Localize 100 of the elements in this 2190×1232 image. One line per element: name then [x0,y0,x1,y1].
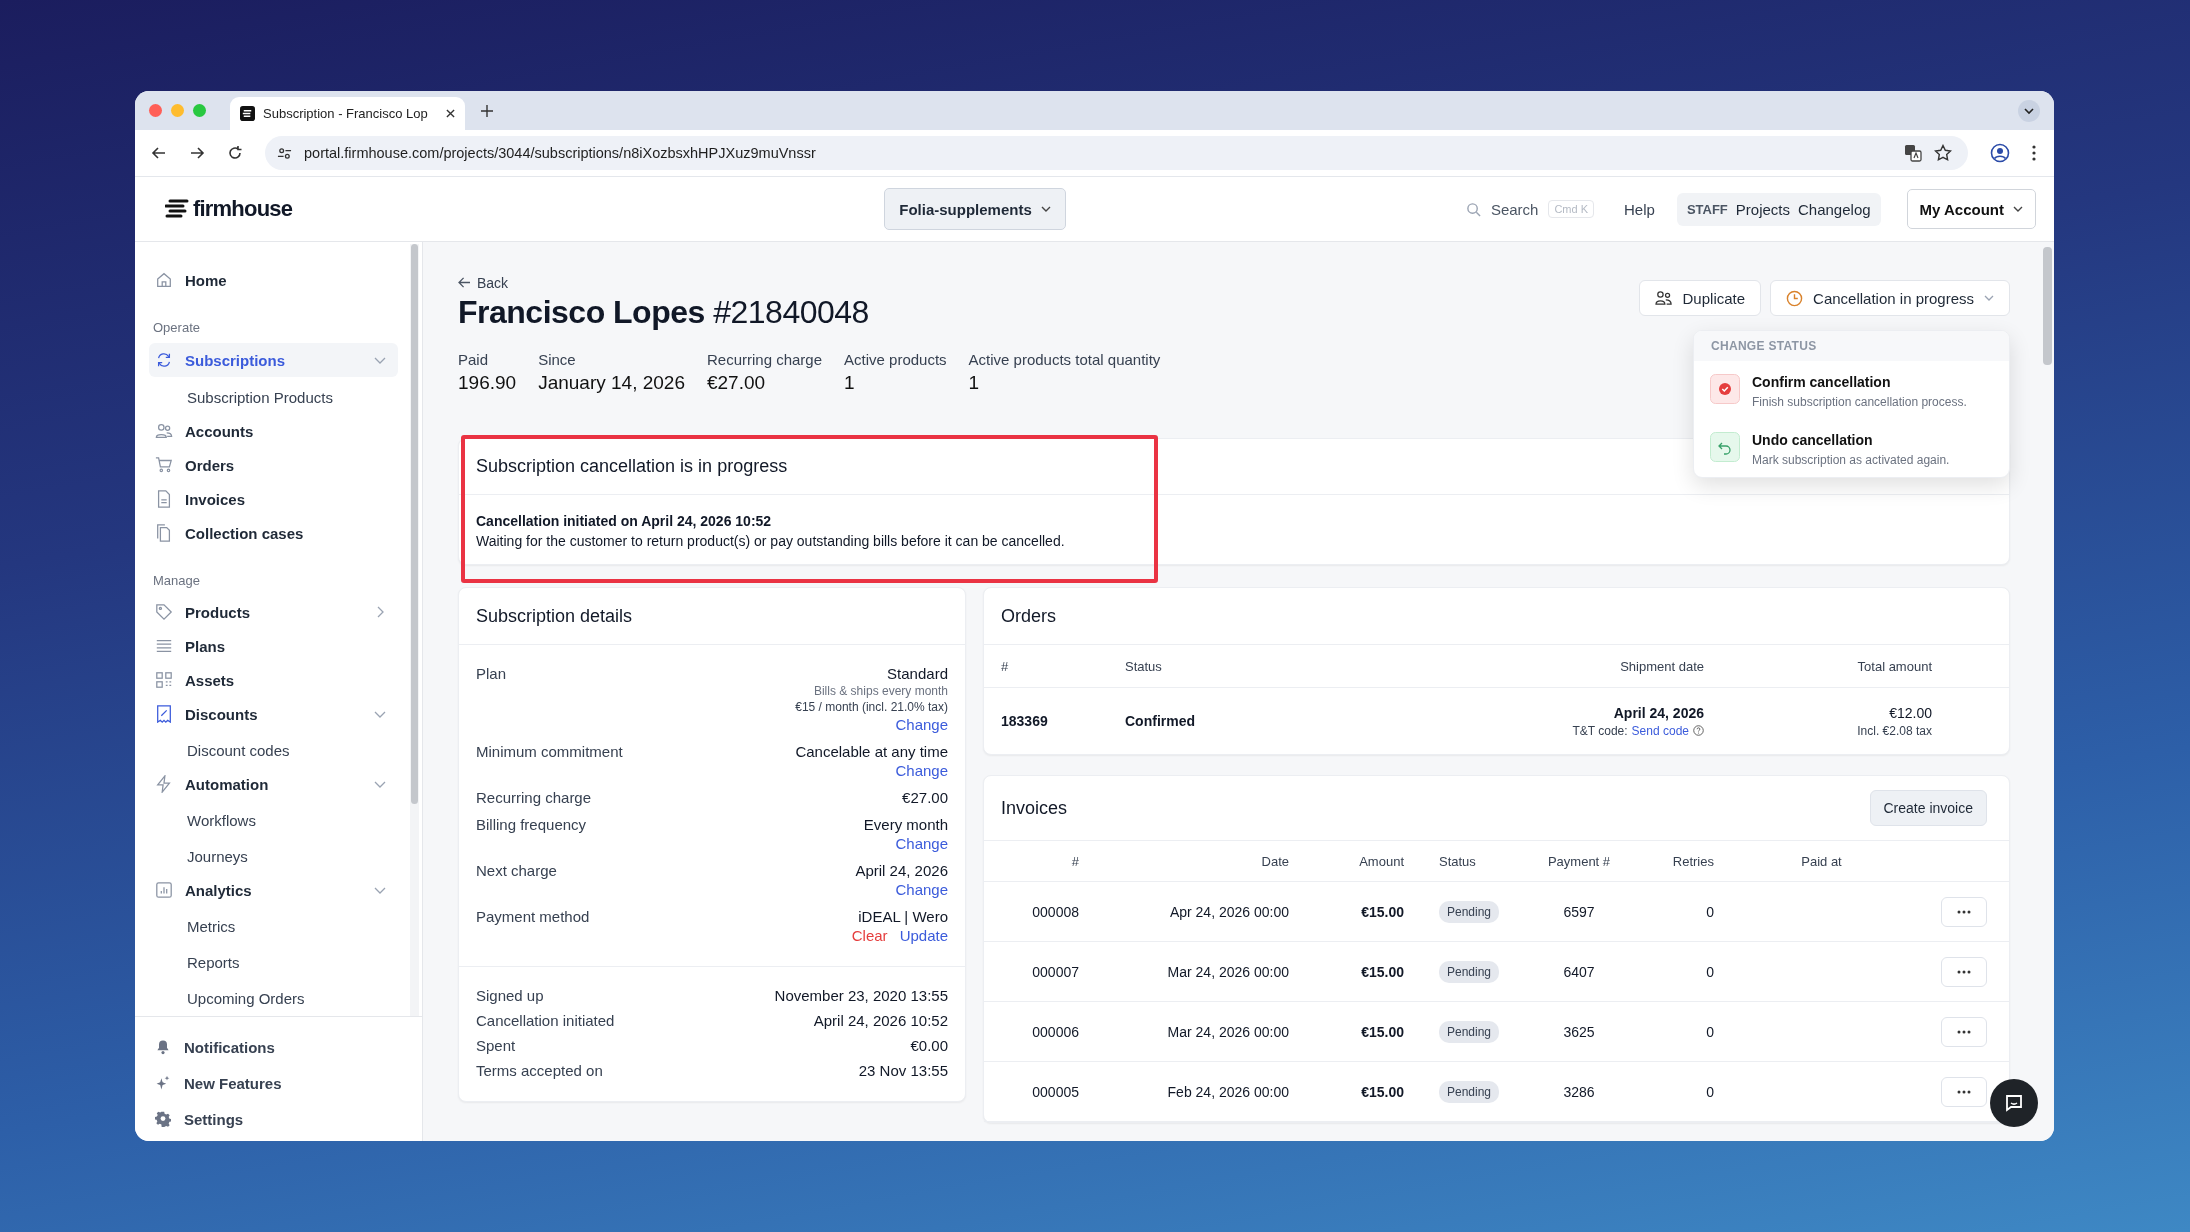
back-link[interactable]: Back [458,274,509,291]
table-cell-text: Apr 24, 2026 00:00 [1168,903,1289,920]
sidebar-item[interactable]: Assets [149,664,398,696]
field-value: Cancelable at any time [795,743,948,760]
status-dropdown[interactable]: Cancellation in progress [1770,280,2010,316]
sidebar-item[interactable]: Home [149,264,398,296]
column-header: Shipment date [1619,658,1704,674]
create-invoice-button[interactable]: Create invoice [1869,790,1987,826]
logo-text[interactable]: firmhouse [193,196,293,222]
chevron-down-icon [1984,295,1994,301]
sidebar-item[interactable]: Automation [149,768,398,800]
menu-item[interactable]: Undo cancellation Mark subscription as activated again. [1694,419,2009,477]
address-bar[interactable]: portal.firmhouse.com/projects/3044/subscriptions/n8iXozbsxhHPJXuz9muVnssr [265,136,1968,170]
table-cell-text: Mar 24, 2026 00:00 [1166,1023,1289,1040]
table-cell-text: 3286 [1562,1083,1596,1100]
help-icon[interactable] [1693,725,1704,736]
sidebar-item[interactable]: Products [149,596,398,628]
sidebar-subitem[interactable]: Upcoming Orders [149,980,398,1016]
column-header: Paid at [1800,853,1843,869]
browser-tab[interactable]: Subscription - Francisco Lop [230,97,465,130]
change-link[interactable]: Update [899,927,948,944]
sidebar-item[interactable]: Subscriptions [149,343,398,377]
help-link[interactable]: Help [1624,200,1655,218]
alert-title: Subscription cancellation is in progress [476,456,788,476]
clear-link[interactable]: Clear [851,927,888,944]
cart-icon [155,456,173,474]
sidebar-subitem[interactable]: Subscription Products [149,379,398,415]
more-vertical-icon[interactable] [2032,145,2036,161]
sidebar-item[interactable]: Invoices [149,483,398,515]
staff-link[interactable]: Changelog [1798,200,1871,218]
change-link[interactable]: Change [895,762,948,779]
sidebar-item[interactable]: Settings [155,1101,408,1137]
new-tab-icon[interactable] [481,104,493,117]
users-icon [155,422,173,440]
site-settings-icon[interactable] [277,145,292,161]
table-cell: April 24, 2026 [1613,704,1704,721]
stat-label: Active products total quantity [968,351,1161,368]
sidebar-item[interactable]: Orders [149,449,398,481]
lines-icon [155,637,173,655]
sidebar-subitem[interactable]: Workflows [149,802,398,838]
table-cell-text: €15.00 [1360,963,1404,980]
column-header: Payment # [1546,853,1612,869]
change-link[interactable]: Change [895,835,948,852]
sidebar-subitem[interactable]: Metrics [149,908,398,944]
scrollbar-thumb[interactable] [2043,247,2052,365]
table-cell-text: 6597 [1562,903,1596,920]
star-icon[interactable] [1934,144,1952,162]
table-cell-text: 000006 [1031,1023,1079,1040]
table-cell-text: 183369 [1001,713,1049,729]
change-link[interactable]: Change [895,716,948,733]
translate-icon[interactable] [1904,144,1922,162]
close-icon[interactable] [446,109,455,118]
sidebar-subitem[interactable]: Reports [149,944,398,980]
duplicate-button[interactable]: Duplicate [1638,280,1762,316]
table-cell-text: €15.00 [1360,1023,1404,1040]
menu-heading: CHANGE STATUS [1711,339,1817,353]
sidebar-item[interactable]: New Features [155,1065,408,1101]
account-menu-button[interactable]: My Account [1906,189,2036,229]
sidebar-item[interactable]: Discounts [149,698,398,730]
sidebar-subitem[interactable]: Discount codes [149,732,398,768]
change-link[interactable]: Change [895,881,948,898]
back-arrow-icon[interactable] [151,145,167,161]
status-badge: Pending [1439,960,1500,983]
status-badge: Pending [1439,1020,1500,1043]
table-cell-text: €15.00 [1360,1083,1404,1100]
stat-value: 196.90 [458,372,517,394]
forward-arrow-icon[interactable] [189,145,205,161]
field-label: Billing frequency [476,816,587,835]
stat-value: January 14, 2026 [538,372,685,394]
table-cell-text: Confirmed [1125,713,1196,729]
search-icon [1465,201,1481,217]
menu-item[interactable]: Confirm cancellation Finish subscription cancellation process. [1694,361,2009,419]
field-value: iDEAL | Wero [858,908,948,925]
alert-heading: Cancellation initiated on April 24, 2026 10:52 [476,513,773,529]
field-value: November 23, 2020 13:55 [774,987,948,1004]
sidebar-heading: Operate [152,319,201,337]
tab-list-icon[interactable] [2018,99,2040,122]
chat-button[interactable] [1990,1079,2038,1127]
search-field[interactable]: Search Cmd K [1457,194,1603,224]
sidebar-item[interactable]: Notifications [155,1029,408,1065]
card-title: Subscription details [476,606,633,626]
field-value: 23 Nov 13:55 [858,1062,948,1079]
send-code-link[interactable]: Send code [1631,723,1689,738]
field-value: April 24, 2026 10:52 [813,1012,948,1029]
sidebar-subitem[interactable]: Journeys [149,838,398,874]
project-dropdown[interactable]: Folia-supplements [884,188,1066,230]
sidebar-item[interactable]: Analytics [149,874,398,906]
sidebar-item[interactable]: Collection cases [149,517,398,549]
scrollbar-thumb[interactable] [411,244,418,804]
reload-icon[interactable] [227,145,243,161]
field-value: Every month [863,816,948,833]
staff-link[interactable]: Projects [1735,200,1790,218]
profile-icon[interactable] [1990,143,2010,163]
column-header: # [1001,658,1010,674]
back-arrow-icon [458,277,471,288]
sidebar-item[interactable]: Plans [149,630,398,662]
field-value: €15 / month (incl. 21.0% tax) [795,700,948,714]
sidebar-item[interactable]: Accounts [149,415,398,447]
table-cell-text: 3625 [1562,1023,1596,1040]
users-icon [1654,290,1673,306]
